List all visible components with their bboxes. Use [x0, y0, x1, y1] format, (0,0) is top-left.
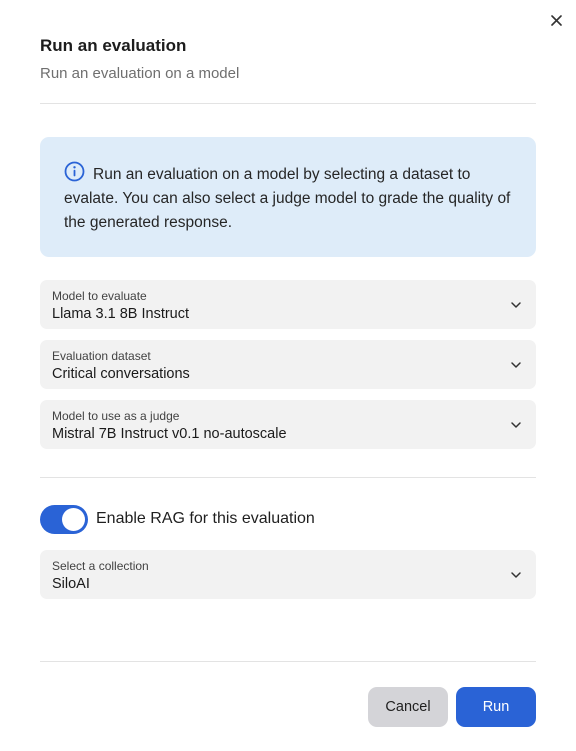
rag-toggle[interactable]	[40, 505, 88, 534]
dataset-select-value: Critical conversations	[52, 366, 190, 382]
close-icon	[550, 14, 562, 26]
info-banner: Run an evaluation on a model by selectin…	[40, 137, 536, 257]
footer-divider	[40, 661, 536, 662]
chevron-down-icon	[511, 422, 521, 428]
judge-model-select-value: Mistral 7B Instruct v0.1 no-autoscale	[52, 426, 287, 442]
chevron-down-icon	[511, 362, 521, 368]
dialog-title: Run an evaluation	[40, 36, 187, 55]
info-icon	[64, 161, 85, 182]
chevron-down-icon	[511, 572, 521, 578]
collection-select-label: Select a collection	[52, 559, 149, 573]
model-select-label: Model to evaluate	[52, 289, 147, 303]
cancel-button[interactable]: Cancel	[368, 687, 448, 727]
close-button[interactable]	[546, 10, 566, 30]
info-text: Run an evaluation on a model by selectin…	[64, 166, 511, 231]
dataset-select-label: Evaluation dataset	[52, 349, 151, 363]
collection-select[interactable]: Select a collection SiloAI	[40, 550, 536, 599]
model-select-value: Llama 3.1 8B Instruct	[52, 306, 190, 322]
rag-toggle-label: Enable RAG for this evaluation	[96, 510, 315, 527]
dialog-subtitle: Run an evaluation on a model	[40, 65, 240, 82]
run-button[interactable]: Run	[456, 687, 536, 727]
toggle-knob	[62, 508, 85, 531]
model-select[interactable]: Model to evaluate Llama 3.1 8B Instruct	[40, 280, 536, 329]
judge-model-select-label: Model to use as a judge	[52, 409, 180, 423]
header-divider	[40, 103, 536, 104]
section-divider	[40, 477, 536, 478]
collection-select-value: SiloAI	[52, 576, 90, 592]
judge-model-select[interactable]: Model to use as a judge Mistral 7B Instr…	[40, 400, 536, 449]
evaluation-dialog: Run an evaluation Run an evaluation on a…	[0, 0, 576, 751]
chevron-down-icon	[511, 302, 521, 308]
dataset-select[interactable]: Evaluation dataset Critical conversation…	[40, 340, 536, 389]
